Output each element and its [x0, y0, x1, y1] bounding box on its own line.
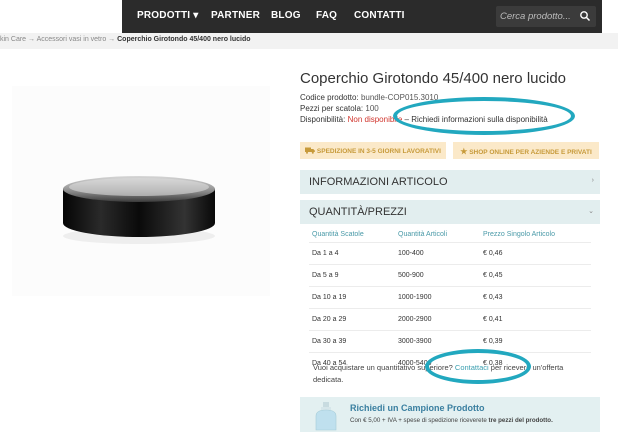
- header-prezzo: Prezzo Singolo Articolo: [483, 231, 555, 238]
- row-articoli: 500-900: [398, 272, 424, 279]
- chevron-down-icon: ⌄: [588, 208, 594, 215]
- pack-size-label: Pezzi per scatola:: [300, 104, 364, 113]
- breadcrumb-separator: →: [26, 36, 37, 43]
- table-row: Da 30 a 39 3000-3900 € 0,39: [309, 330, 591, 352]
- sample-description: Con € 5,00 + IVA + spese di spedizione r…: [350, 417, 553, 424]
- header-quantita-scatole: Quantità Scatole: [312, 231, 364, 238]
- table-header: Quantità Scatole Quantità Articoli Prezz…: [309, 228, 591, 242]
- pack-size-row: Pezzi per scatola: 100: [300, 104, 379, 113]
- product-code-row: Codice prodotto: bundle-COP015.3010: [300, 93, 438, 102]
- sample-title[interactable]: Richiedi un Campione Prodotto: [350, 403, 485, 413]
- sample-request-banner[interactable]: Richiedi un Campione Prodotto Con € 5,00…: [300, 397, 600, 432]
- table-row: Da 10 a 19 1000-1900 € 0,43: [309, 286, 591, 308]
- row-prezzo: € 0,39: [483, 338, 503, 345]
- row-prezzo: € 0,41: [483, 316, 503, 323]
- row-scatole: Da 5 a 9: [312, 272, 339, 279]
- nav-partner[interactable]: PARTNER: [211, 10, 260, 21]
- product-title: Coperchio Girotondo 45/400 nero lucido: [300, 70, 567, 87]
- truck-icon: [305, 147, 315, 154]
- sample-text: Con € 5,00 + IVA + spese di spedizione r…: [350, 417, 489, 424]
- breadcrumb: kin Care → Accessori vasi in vetro → Cop…: [0, 33, 618, 49]
- star-icon: ★: [460, 147, 468, 156]
- row-scatole: Da 30 a 39: [312, 338, 347, 345]
- breadcrumb-current: Coperchio Girotondo 45/400 nero lucido: [117, 36, 251, 43]
- product-code-label: Codice prodotto:: [300, 93, 359, 102]
- sample-bottle-icon: [315, 402, 337, 431]
- accordion-quantita-prezzi[interactable]: QUANTITÀ/PREZZI ⌄: [300, 200, 600, 224]
- search-icon[interactable]: [579, 10, 591, 22]
- shipping-badge-label: SPEDIZIONE IN 3-5 GIORNI LAVORATIVI: [316, 148, 441, 155]
- black-cap-image: [63, 176, 215, 244]
- row-articoli: 3000-3900: [398, 338, 432, 345]
- header-quantita-articoli: Quantità Articoli: [398, 231, 448, 238]
- shop-badge-label: SHOP ONLINE PER AZIENDE E PRIVATI: [469, 149, 592, 156]
- breadcrumb-separator: →: [106, 36, 118, 43]
- pack-size-value: 100: [365, 104, 379, 113]
- table-row: Da 5 a 9 500-900 € 0,45: [309, 264, 591, 286]
- row-scatole: Da 10 a 19: [312, 294, 347, 301]
- nav-contatti[interactable]: CONTATTI: [354, 10, 405, 21]
- top-navigation: PRODOTTI ▾ PARTNER BLOG FAQ CONTATTI: [0, 0, 618, 33]
- chevron-right-icon: ›: [591, 177, 594, 184]
- availability-label: Disponibilità:: [300, 115, 346, 124]
- nav-blog[interactable]: BLOG: [271, 10, 301, 21]
- row-articoli: 1000-1900: [398, 294, 432, 301]
- nav-faq[interactable]: FAQ: [316, 10, 337, 21]
- search-input[interactable]: [500, 9, 576, 24]
- product-image[interactable]: [12, 86, 270, 296]
- shop-badge: ★ SHOP ONLINE PER AZIENDE E PRIVATI: [453, 142, 599, 159]
- search-box: [496, 6, 596, 27]
- table-row: Da 1 a 4 100-400 € 0,46: [309, 242, 591, 264]
- breadcrumb-accessori[interactable]: Accessori vasi in vetro: [37, 36, 107, 43]
- row-scatole: Da 1 a 4: [312, 250, 339, 257]
- row-articoli: 100-400: [398, 250, 424, 257]
- accordion-qty-label: QUANTITÀ/PREZZI: [309, 206, 407, 218]
- shipping-badge: SPEDIZIONE IN 3-5 GIORNI LAVORATIVI: [300, 142, 446, 159]
- accordion-info-label: INFORMAZIONI ARTICOLO: [309, 176, 448, 188]
- breadcrumb-skin-care[interactable]: kin Care: [0, 36, 26, 43]
- table-row: Da 20 a 29 2000-2900 € 0,41: [309, 308, 591, 330]
- row-scatole: Da 20 a 29: [312, 316, 347, 323]
- accordion-informazioni-articolo[interactable]: INFORMAZIONI ARTICOLO ›: [300, 170, 600, 194]
- row-prezzo: € 0,46: [483, 250, 503, 257]
- row-prezzo: € 0,45: [483, 272, 503, 279]
- highlight-ring-availability: [393, 97, 575, 135]
- nav-prodotti[interactable]: PRODOTTI ▾: [137, 10, 198, 21]
- row-prezzo: € 0,43: [483, 294, 503, 301]
- sample-text-bold: tre pezzi del prodotto.: [488, 417, 553, 424]
- row-articoli: 2000-2900: [398, 316, 432, 323]
- highlight-ring-contact: [425, 349, 531, 384]
